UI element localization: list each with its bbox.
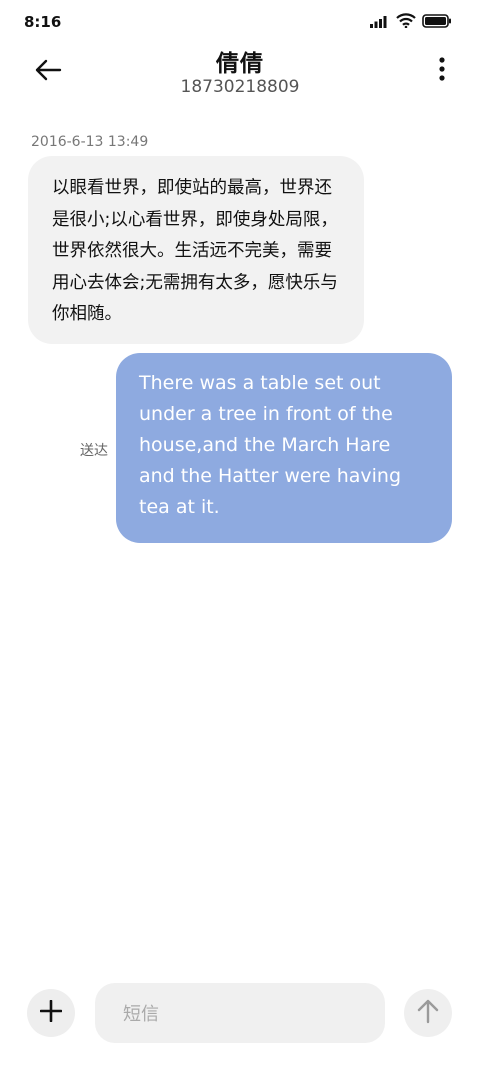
delivery-status: 送达	[80, 443, 108, 459]
status-bar: 8:16	[0, 0, 480, 44]
more-options-button[interactable]	[434, 56, 450, 86]
arrow-up-icon	[417, 998, 439, 1028]
status-icons	[370, 13, 452, 28]
contact-name: 倩倩	[216, 51, 264, 77]
battery-icon	[422, 13, 452, 28]
message-timestamp: 2016-6-13 13:49	[31, 134, 149, 150]
contact-number: 18730218809	[180, 77, 300, 97]
incoming-message-bubble[interactable]: 以眼看世界，即使站的最高，世界还是很小;以心看世界，即使身处局限，世界依然很大。…	[28, 156, 364, 344]
signal-icon	[370, 14, 390, 28]
message-input[interactable]: 短信	[95, 983, 385, 1043]
outgoing-message-bubble[interactable]: There was a table set out under a tree i…	[116, 353, 452, 543]
more-vertical-icon	[439, 57, 445, 85]
wifi-icon	[396, 13, 416, 28]
plus-icon	[39, 999, 63, 1026]
status-time: 8:16	[24, 13, 62, 31]
add-attachment-button[interactable]	[27, 989, 75, 1037]
send-button[interactable]	[404, 989, 452, 1037]
conversation-header: 倩倩 18730218809	[0, 44, 480, 104]
